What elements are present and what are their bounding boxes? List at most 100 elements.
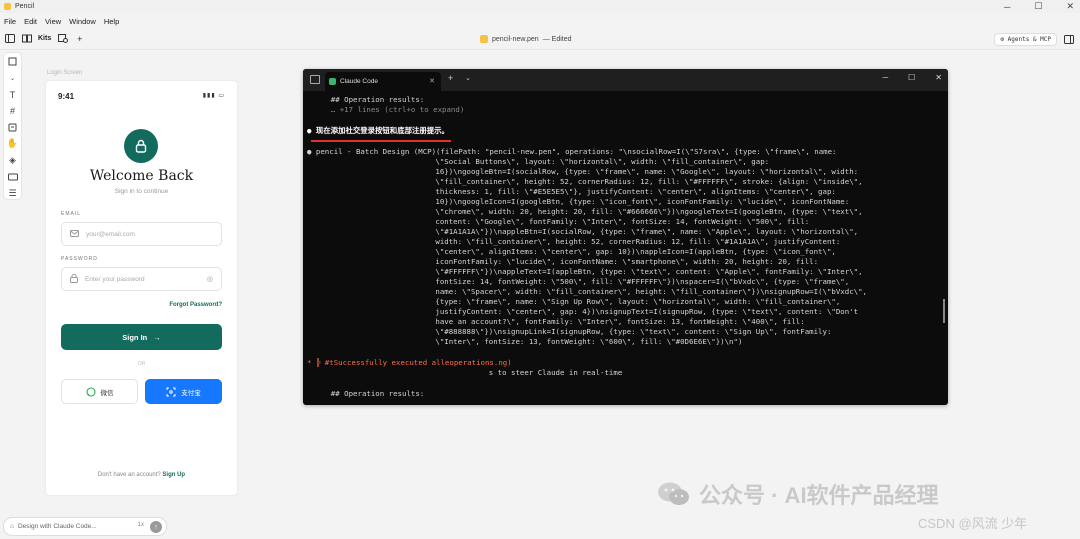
terminal-tab-title: Claude Code [340, 78, 378, 85]
password-field[interactable]: Enter your password ◎ [61, 267, 222, 291]
claude-tab-icon [329, 78, 336, 85]
document-title: pencil-new.pen — Edited [480, 35, 572, 43]
terminal-line: thickness: 1, fill: \"#E5E5E5\"}, justif… [303, 187, 836, 196]
settings-sliders-icon[interactable]: ☰ [7, 188, 19, 199]
menu-bar: File Edit View Window Help [0, 14, 1080, 28]
scan-icon [166, 387, 176, 396]
arrow-right-icon: → [153, 332, 161, 342]
no-account-text: Don't have an account? [97, 472, 161, 478]
watermark: 公众号 · AI软件产品经理 [657, 478, 939, 510]
component-tool-icon[interactable]: ◈ [7, 155, 19, 166]
menu-edit[interactable]: Edit [24, 17, 37, 26]
red-annotation-underline [311, 140, 451, 142]
new-tab-icon[interactable]: + [448, 73, 453, 83]
terminal-line: \"#1A1A1A\"})\nappleBtn=I(socialRow, {ty… [303, 227, 859, 236]
terminal-line: \"chrome\", width: 20, height: 20, fill:… [303, 207, 863, 216]
wechat-logo-icon [658, 482, 689, 505]
terminal-line: ## Operation results: [313, 95, 425, 104]
prompt-placeholder: Design with Claude Code... [17, 523, 97, 530]
terminal-line: fontSize: 14, fontWeight: \"500\", fill:… [303, 277, 850, 286]
terminal-minimize-icon[interactable]: ─ [882, 73, 888, 82]
pencil-app-icon [4, 3, 11, 10]
wechat-button[interactable]: 微信 [61, 379, 138, 404]
terminal-line: s to steer Claude in real-time [303, 368, 623, 377]
sign-in-button[interactable]: Sign In → [61, 324, 222, 350]
forgot-password-link[interactable]: Forgot Password? [169, 302, 222, 308]
note-tool-icon[interactable] [7, 122, 19, 133]
terminal-output[interactable]: ## Operation results: … +17 lines (ctrl+… [303, 91, 948, 405]
terminal-tab[interactable]: Claude Code ✕ [325, 72, 441, 91]
file-icon [480, 35, 488, 43]
sign-up-link[interactable]: Sign Up [162, 472, 185, 478]
terminal-line: \"#FFFFFF\"})\nappleText=I(appleBtn, {ty… [303, 267, 863, 276]
terminal-line: have an account?\", fontFamily: \"Inter\… [303, 317, 805, 326]
lock-avatar [124, 129, 158, 163]
terminal-line: {type: \"frame\", name: \"Sign Up Row\",… [303, 297, 841, 306]
terminal-line: \"#888888\"})\nsignupLink=I(signupRow, {… [303, 327, 832, 336]
terminal-maximize-icon[interactable]: ☐ [908, 73, 915, 82]
terminal-line: … +17 lines (ctrl+o to expand) [313, 105, 465, 114]
keyboard-icon[interactable] [7, 171, 19, 182]
kits-tab[interactable]: Kits [38, 35, 51, 42]
chevron-down-icon[interactable]: ⌄ [465, 74, 471, 82]
frame-tool-icon[interactable]: # [7, 105, 19, 116]
lock-icon [135, 139, 147, 153]
login-screen-frame[interactable]: 9:41 ▮▮▮ ▭ Welcome Back Sign in to conti… [46, 81, 237, 495]
or-divider: OR [137, 361, 146, 367]
terminal-line: * ╠ #tSuccessfully executed alleoperatio… [307, 358, 512, 367]
close-icon[interactable]: ✕ [1066, 1, 1074, 12]
status-icons: ▮▮▮ ▭ [203, 92, 225, 99]
terminal-window[interactable]: Claude Code ✕ + ⌄ ─ ☐ ✕ ## Operation res… [303, 69, 948, 405]
terminal-icon[interactable] [310, 75, 320, 84]
signal-icon: ▮▮▮ [202, 93, 216, 99]
sidebar-toggle-icon[interactable] [4, 33, 15, 44]
claude-prompt-input[interactable]: ⌂ Design with Claude Code... 1x ↑ [3, 517, 167, 536]
frame-label: Login Screen [47, 70, 83, 76]
email-placeholder: your@email.com [86, 230, 135, 238]
assets-icon[interactable] [57, 33, 68, 44]
terminal-close-icon[interactable]: ✕ [935, 73, 942, 82]
maximize-icon[interactable]: ☐ [1034, 1, 1042, 12]
terminal-line: width: \"fill_container\", height: 52, c… [303, 237, 841, 246]
menu-window[interactable]: Window [69, 17, 96, 26]
menu-view[interactable]: View [45, 17, 61, 26]
password-label: PASSWORD [61, 256, 98, 262]
terminal-line: justifyContent: \"center\", gap: 4})\nsi… [303, 307, 859, 316]
lock-small-icon [70, 273, 78, 285]
menu-help[interactable]: Help [104, 17, 119, 26]
sparkle-icon: ⌂ [10, 523, 14, 530]
gear-icon: ⚙ [1000, 36, 1005, 43]
csdn-watermark: CSDN @风流 少年 [918, 516, 1028, 531]
model-multiplier[interactable]: 1x [138, 522, 144, 528]
library-icon[interactable] [21, 33, 32, 44]
agents-mcp-button[interactable]: ⚙ Agents & MCP [994, 33, 1057, 46]
terminal-window-controls: ─ ☐ ✕ [882, 73, 942, 82]
watermark-text: 公众号 · AI软件产品经理 [699, 483, 939, 508]
tab-close-icon[interactable]: ✕ [429, 77, 435, 85]
select-tool-icon[interactable] [7, 56, 19, 67]
sign-up-row: Don't have an account? Sign Up [46, 472, 237, 478]
app-title: Pencil [15, 3, 35, 10]
alipay-button[interactable]: 支付宝 [145, 379, 222, 404]
toolbar: Kits + pencil-new.pen — Edited ⚙ Agents … [0, 30, 1080, 50]
send-icon[interactable]: ↑ [150, 521, 162, 533]
eye-off-icon[interactable]: ◎ [207, 275, 213, 283]
message-circle-icon [85, 386, 96, 397]
text-tool-icon[interactable]: T [7, 89, 19, 100]
window-controls: ─ ☐ ✕ [1004, 0, 1074, 13]
add-icon[interactable]: + [74, 33, 85, 44]
terminal-scrollbar[interactable] [943, 299, 945, 323]
hand-tool-icon[interactable]: ✋ [7, 138, 19, 149]
chevron-down-icon[interactable]: ⌄ [7, 72, 19, 83]
file-name: pencil-new.pen [492, 35, 539, 43]
terminal-line: \"Inter\", fontSize: 13, fontWeight: \"6… [303, 337, 743, 346]
email-field[interactable]: your@email.com [61, 222, 222, 246]
panel-toggle-icon[interactable] [1063, 34, 1074, 45]
battery-icon: ▭ [218, 93, 225, 99]
window-titlebar: Pencil ─ ☐ ✕ [0, 0, 1080, 13]
page-title: Welcome Back [89, 168, 194, 184]
minimize-icon[interactable]: ─ [1004, 2, 1010, 12]
page-subtitle: Sign in to continue [114, 188, 169, 195]
terminal-line: ● pencil - Batch Design (MCP)(filePath: … [307, 147, 837, 156]
menu-file[interactable]: File [4, 17, 16, 26]
